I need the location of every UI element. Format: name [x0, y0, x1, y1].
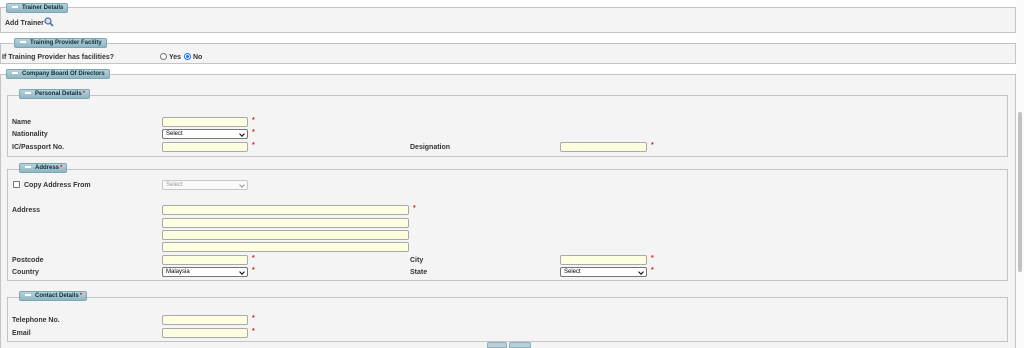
address-line-3-input[interactable]	[162, 230, 409, 240]
copy-address-label: Copy Address From	[24, 182, 91, 189]
state-required: *	[651, 267, 654, 274]
designation-label: Designation	[410, 144, 451, 151]
telephone-label: Telephone No.	[12, 317, 60, 324]
facilities-question: If Training Provider has facilities?	[2, 54, 115, 61]
trainer-details-legend[interactable]: Trainer Details	[6, 3, 69, 13]
reset-button[interactable]	[509, 342, 531, 348]
country-select[interactable]: Malaysia	[162, 267, 248, 277]
board-legend[interactable]: Company Board Of Directors	[6, 69, 110, 79]
address-section	[7, 169, 1008, 281]
country-label: Country	[12, 269, 39, 276]
country-required: *	[252, 267, 255, 274]
address-line-4-input[interactable]	[162, 242, 409, 252]
chevron-down-icon	[239, 269, 245, 275]
facilities-yes-label: Yes	[169, 54, 182, 61]
address-label: Address	[12, 207, 41, 214]
facilities-no-radio[interactable]	[184, 53, 191, 60]
nationality-select[interactable]: Select	[162, 129, 248, 139]
telephone-input[interactable]	[162, 315, 248, 325]
state-label: State	[410, 269, 428, 276]
collapse-icon	[20, 40, 26, 43]
facilities-yes-radio[interactable]	[160, 53, 167, 60]
chevron-down-icon	[239, 131, 245, 137]
postcode-label: Postcode	[12, 257, 44, 264]
city-required: *	[651, 255, 654, 262]
training-provider-legend[interactable]: Training Provider Facility	[14, 38, 107, 48]
copy-address-checkbox[interactable]	[13, 181, 20, 188]
contact-details-section	[7, 297, 1008, 342]
nationality-label: Nationality	[12, 131, 48, 138]
address-legend[interactable]: Address*	[19, 163, 68, 173]
facilities-no-label: No	[193, 54, 203, 61]
email-required: *	[252, 328, 255, 335]
scrollbar-thumb[interactable]	[1018, 112, 1022, 272]
add-button[interactable]	[487, 342, 507, 348]
magnifier-icon[interactable]	[44, 17, 54, 27]
city-label: City	[410, 257, 424, 264]
contact-details-legend[interactable]: Contact Details*	[19, 291, 88, 301]
postcode-input[interactable]	[162, 255, 248, 265]
collapse-icon	[12, 71, 18, 74]
designation-required: *	[651, 142, 654, 149]
add-trainer-label: Add Trainer	[5, 20, 44, 27]
collapse-icon	[12, 5, 18, 8]
personal-details-section	[7, 95, 1008, 157]
address-line-2-input[interactable]	[162, 218, 409, 228]
collapse-icon	[25, 165, 31, 168]
email-label: Email	[12, 330, 31, 337]
state-select[interactable]: Select	[560, 267, 647, 277]
chevron-down-icon	[239, 182, 245, 188]
personal-details-legend[interactable]: Personal Details*	[19, 89, 91, 99]
ic-passport-label: IC/Passport No.	[12, 144, 65, 151]
training-provider-section	[0, 43, 1016, 64]
telephone-required: *	[252, 315, 255, 322]
address-required: *	[413, 205, 416, 212]
ic-passport-input[interactable]	[162, 142, 248, 152]
nationality-required: *	[252, 129, 255, 136]
chevron-down-icon	[638, 269, 644, 275]
collapse-icon	[25, 293, 31, 296]
name-input[interactable]	[162, 117, 248, 127]
email-input[interactable]	[162, 328, 248, 338]
postcode-required: *	[252, 255, 255, 262]
vertical-scrollbar[interactable]	[1016, 0, 1024, 348]
address-line-1-input[interactable]	[162, 205, 409, 215]
ic-passport-required: *	[252, 142, 255, 149]
designation-input[interactable]	[560, 142, 647, 152]
copy-address-select[interactable]: Select	[162, 180, 248, 190]
city-input[interactable]	[560, 255, 647, 265]
name-label: Name	[12, 119, 32, 126]
trainer-details-section	[0, 7, 1016, 33]
collapse-icon	[25, 91, 31, 94]
name-required: *	[252, 117, 255, 124]
